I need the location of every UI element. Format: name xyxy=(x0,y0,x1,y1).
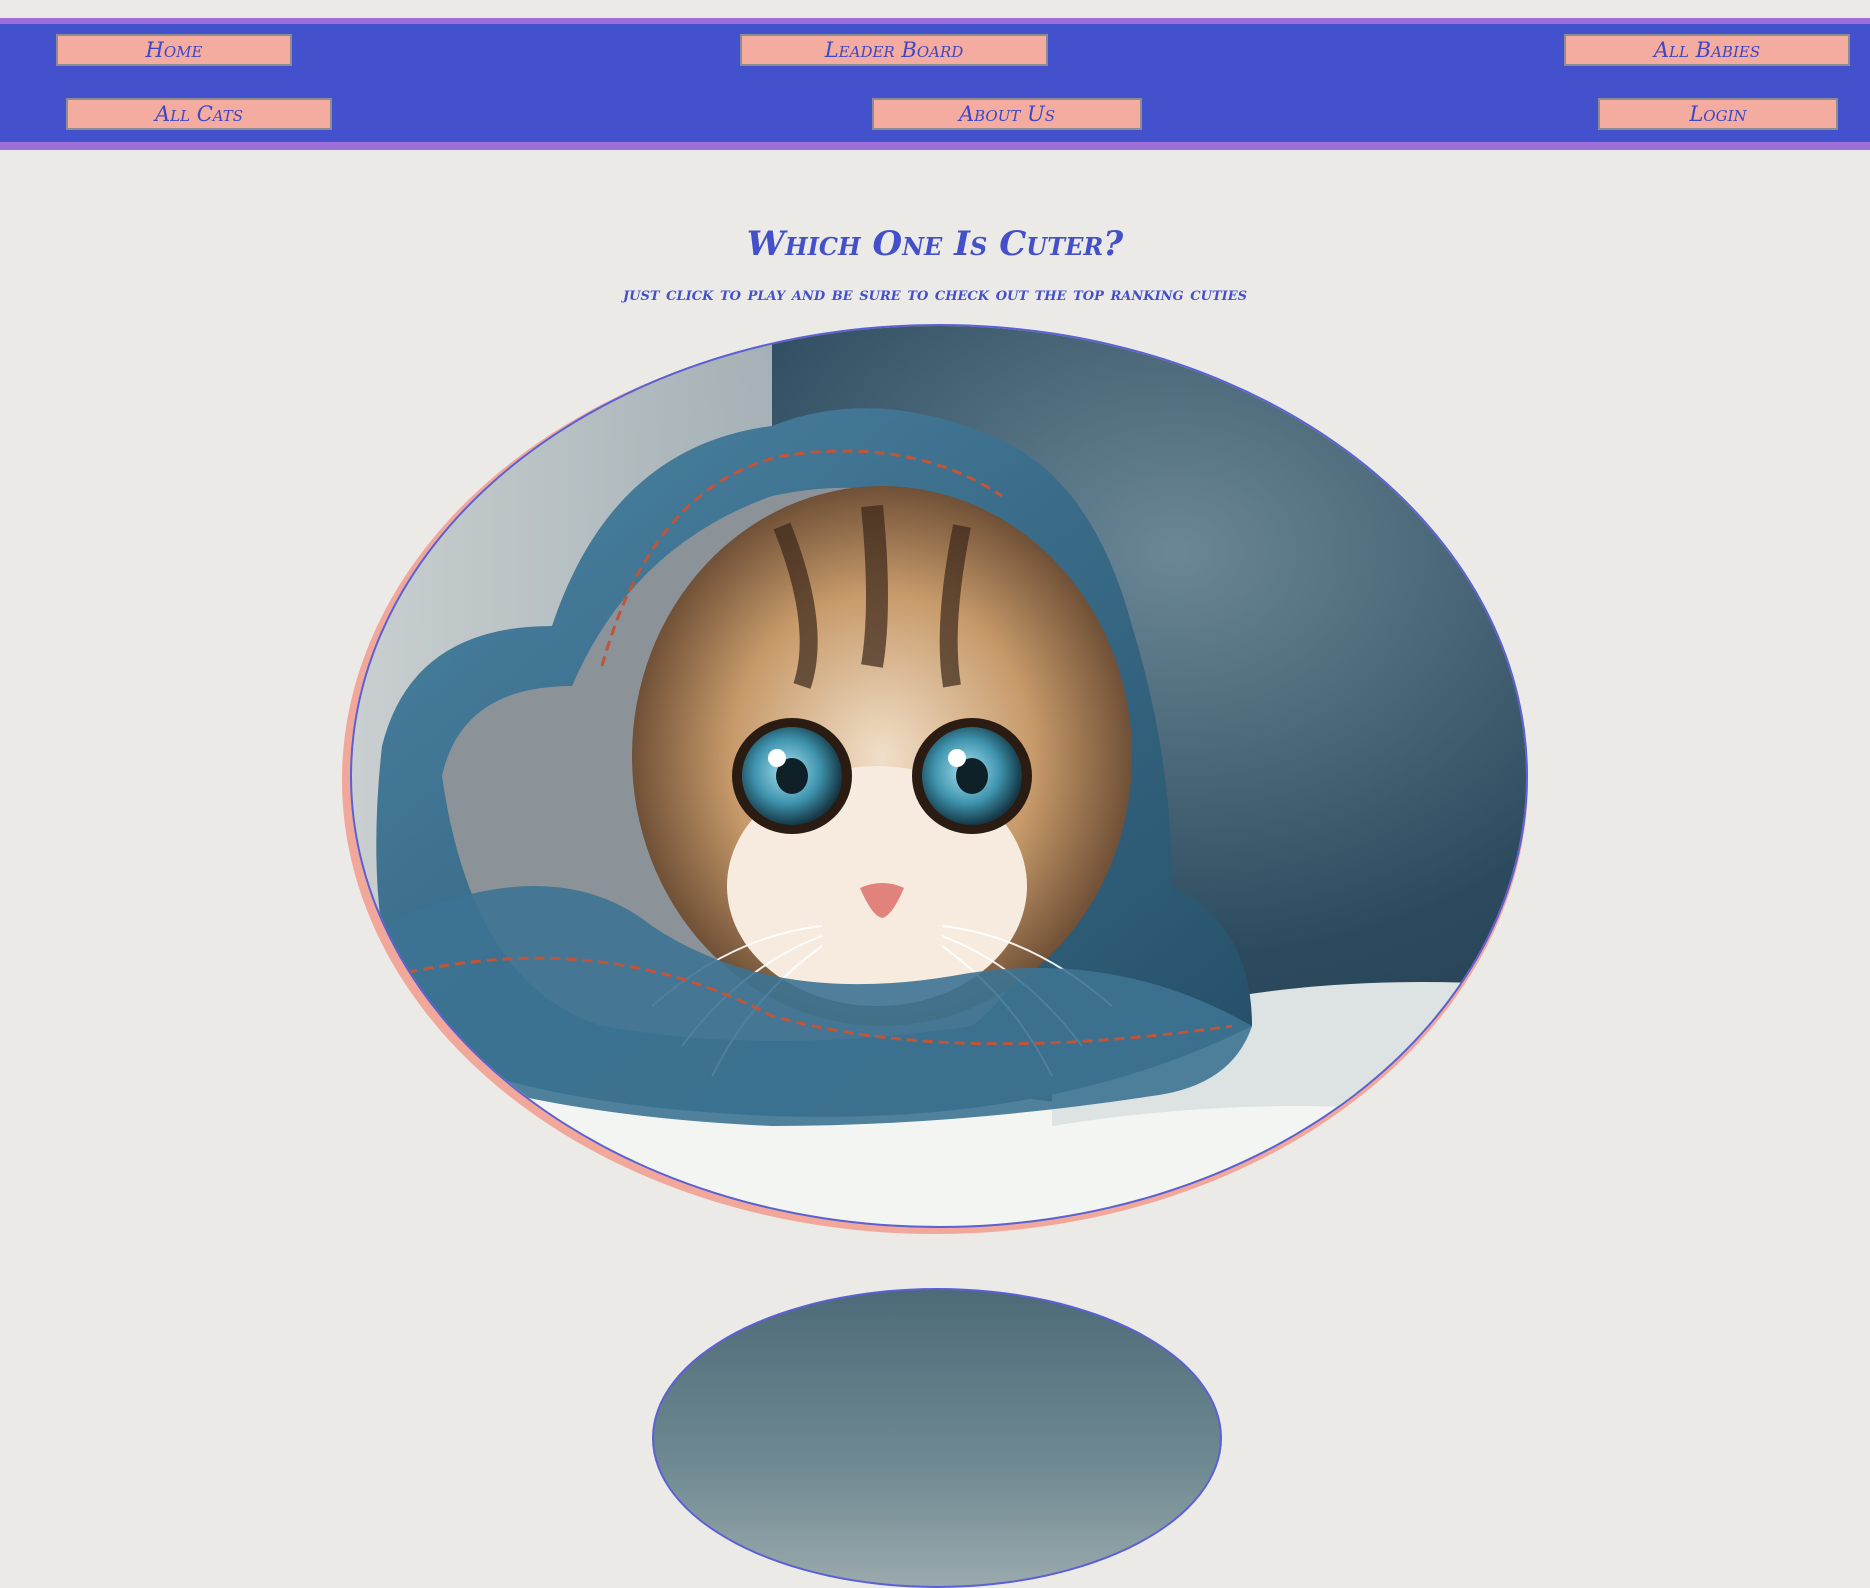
page-title: Which One Is Cuter? xyxy=(746,224,1124,264)
nav-all-babies-button[interactable]: All Babies xyxy=(1564,34,1850,66)
nav-login-button[interactable]: Login xyxy=(1598,98,1838,130)
nav-all-cats-button[interactable]: All Cats xyxy=(66,98,332,130)
nav-leader-board-button[interactable]: Leader Board xyxy=(740,34,1048,66)
candidate-photo-kitten[interactable] xyxy=(350,324,1528,1228)
kitten-photo-image xyxy=(352,326,1526,1226)
nav-about-us-button[interactable]: About Us xyxy=(872,98,1142,130)
page-subtitle: just click to play and be sure to check … xyxy=(623,283,1247,305)
nav-home-button[interactable]: Home xyxy=(56,34,292,66)
candidate-photo-second[interactable] xyxy=(652,1288,1222,1588)
